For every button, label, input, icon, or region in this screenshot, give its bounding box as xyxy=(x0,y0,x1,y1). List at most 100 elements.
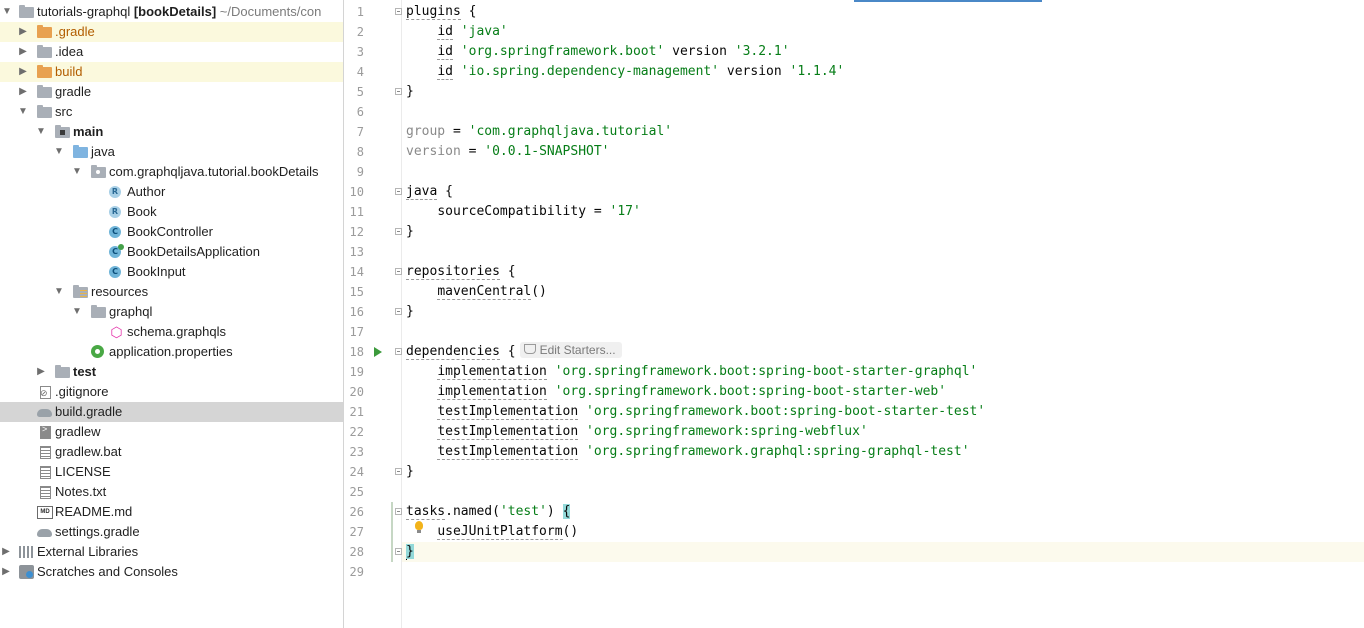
chevron-down-icon[interactable]: ▼ xyxy=(53,282,65,302)
fold-icon[interactable] xyxy=(395,508,402,515)
module-folder-icon xyxy=(55,125,70,138)
tree-row-label: Book xyxy=(127,204,157,219)
tree-row-license[interactable]: LICENSE xyxy=(0,462,343,482)
record-icon: R xyxy=(109,186,121,198)
tree-row-author[interactable]: R Author xyxy=(0,182,343,202)
tree-row-schema[interactable]: ⬡ schema.graphqls xyxy=(0,322,343,342)
tree-row-label: java xyxy=(91,144,115,159)
line-number: 26 xyxy=(349,505,364,519)
tree-row-root[interactable]: ▼ tutorials-graphql [bookDetails] ~/Docu… xyxy=(0,2,343,22)
tree-row-book[interactable]: R Book xyxy=(0,202,343,222)
tree-row-label: .idea xyxy=(55,44,84,59)
fold-icon[interactable] xyxy=(395,308,402,315)
run-icon[interactable] xyxy=(374,347,382,357)
tree-row-gitignore[interactable]: .gitignore xyxy=(0,382,343,402)
edit-starters-button[interactable]: Edit Starters... xyxy=(519,342,622,358)
tree-row-package[interactable]: ▼ com.graphqljava.tutorial.bookDetails xyxy=(0,162,343,182)
code-line-10: java { xyxy=(406,184,453,200)
tree-row-label: Scratches and Consoles xyxy=(37,564,178,579)
tree-row-application-properties[interactable]: application.properties xyxy=(0,342,343,362)
tree-row-label: README.md xyxy=(55,504,133,519)
tree-row-gradlew-bat[interactable]: gradlew.bat xyxy=(0,442,343,462)
tree-row-label: application.properties xyxy=(109,344,233,359)
tree-row-notes[interactable]: Notes.txt xyxy=(0,482,343,502)
code-line-21: testImplementation 'org.springframework.… xyxy=(437,404,986,420)
line-number: 6 xyxy=(356,105,364,119)
code-line-26: tasks.named('test') { xyxy=(406,504,571,520)
line-number: 14 xyxy=(349,265,364,279)
folder-icon xyxy=(37,105,52,118)
tree-row-gradle-dir[interactable]: ▶ .gradle xyxy=(0,22,343,42)
tree-row-settings-gradle[interactable]: settings.gradle xyxy=(0,522,343,542)
chevron-down-icon[interactable]: ▼ xyxy=(35,122,47,142)
chevron-down-icon[interactable]: ▼ xyxy=(1,2,13,22)
tree-row-label: gradlew xyxy=(55,424,101,439)
chevron-down-icon[interactable]: ▼ xyxy=(53,142,65,162)
tree-row-label: gradle xyxy=(55,84,92,99)
fold-icon[interactable] xyxy=(395,188,402,195)
line-number: 11 xyxy=(349,205,364,219)
tree-row-label: gradlew.bat xyxy=(55,444,122,459)
line-number: 29 xyxy=(349,565,364,579)
fold-icon[interactable] xyxy=(395,268,402,275)
chevron-right-icon[interactable]: ▶ xyxy=(17,22,29,42)
fold-icon[interactable] xyxy=(395,228,402,235)
chevron-down-icon[interactable]: ▼ xyxy=(71,302,83,322)
tree-row-label: test xyxy=(73,364,97,379)
text-file-icon xyxy=(40,486,51,499)
tree-row-test[interactable]: ▶ test xyxy=(0,362,343,382)
class-icon: C xyxy=(109,226,121,238)
tree-row-resources[interactable]: ▼ resources xyxy=(0,282,343,302)
line-number: 5 xyxy=(356,85,364,99)
tree-row-label: .gitignore xyxy=(55,384,109,399)
tree-row-gradle[interactable]: ▶ gradle xyxy=(0,82,343,102)
tree-row-bookdetailsapplication[interactable]: C BookDetailsApplication xyxy=(0,242,343,262)
code-line-22: testImplementation 'org.springframework:… xyxy=(437,424,868,440)
tree-row-graphql[interactable]: ▼ graphql xyxy=(0,302,343,322)
chevron-right-icon[interactable]: ▶ xyxy=(17,42,29,62)
tree-row-bookinput[interactable]: C BookInput xyxy=(0,262,343,282)
line-number: 19 xyxy=(349,365,364,379)
tree-row-build-gradle[interactable]: build.gradle xyxy=(0,402,343,422)
tree-row-gradlew[interactable]: gradlew xyxy=(0,422,343,442)
fold-icon[interactable] xyxy=(395,348,402,355)
tree-row-idea[interactable]: ▶ .idea xyxy=(0,42,343,62)
line-number: 8 xyxy=(356,145,364,159)
fold-icon[interactable] xyxy=(395,548,402,555)
chevron-right-icon[interactable]: ▶ xyxy=(17,82,29,102)
libraries-icon xyxy=(19,546,34,558)
tree-row-label: build.gradle xyxy=(55,404,123,419)
tree-row-readme[interactable]: MD README.md xyxy=(0,502,343,522)
tree-row-main[interactable]: ▼ main xyxy=(0,122,343,142)
fold-icon[interactable] xyxy=(395,88,402,95)
tree-row-label: tutorials-graphql [bookDetails] ~/Docume… xyxy=(37,4,322,19)
chevron-right-icon[interactable]: ▶ xyxy=(35,362,47,382)
folder-orange-icon xyxy=(37,65,52,78)
code-line-19: implementation 'org.springframework.boot… xyxy=(437,364,978,380)
folder-icon xyxy=(91,305,106,318)
line-number: 15 xyxy=(349,285,364,299)
tree-row-java[interactable]: ▼ java xyxy=(0,142,343,162)
tree-row-label: com.graphqljava.tutorial.bookDetails xyxy=(109,164,319,179)
code-line-12: } xyxy=(406,224,414,239)
fold-icon[interactable] xyxy=(395,8,402,15)
tree-row-src[interactable]: ▼ src xyxy=(0,102,343,122)
fold-icon[interactable] xyxy=(395,468,402,475)
tree-row-scratches[interactable]: ▶ Scratches and Consoles xyxy=(0,562,343,582)
tree-row-bookcontroller[interactable]: C BookController xyxy=(0,222,343,242)
chevron-right-icon[interactable]: ▶ xyxy=(0,562,12,582)
chevron-down-icon[interactable]: ▼ xyxy=(17,102,29,122)
tree-row-label: resources xyxy=(91,284,149,299)
tree-row-label: settings.gradle xyxy=(55,524,140,539)
chevron-right-icon[interactable]: ▶ xyxy=(17,62,29,82)
line-number: 22 xyxy=(349,425,364,439)
chevron-right-icon[interactable]: ▶ xyxy=(0,542,12,562)
tree-row-external-libraries[interactable]: ▶ External Libraries xyxy=(0,542,343,562)
vcs-change-marker[interactable] xyxy=(391,502,393,562)
chevron-down-icon[interactable]: ▼ xyxy=(71,162,83,182)
tree-row-label: main xyxy=(73,124,104,139)
spring-app-class-icon: C xyxy=(109,244,124,258)
tree-row-label: graphql xyxy=(109,304,153,319)
code-editor[interactable]: 1 2 3 4 5 6 7 8 9 10 11 12 13 14 15 16 1… xyxy=(344,0,1364,628)
tree-row-build[interactable]: ▶ build xyxy=(0,62,343,82)
